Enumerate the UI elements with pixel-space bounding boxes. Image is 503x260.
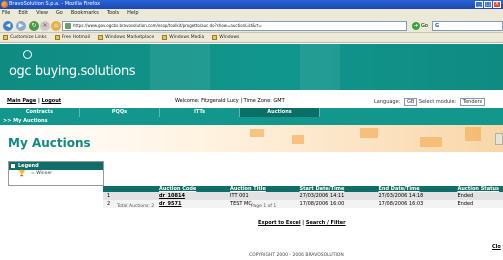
trophy-icon: 🏆 [18, 170, 26, 177]
auction-status: Ended [427, 192, 503, 200]
scroll-indicator [495, 133, 503, 145]
bookmark-customize-links[interactable]: Customize Links [3, 33, 47, 42]
legend-square-icon [11, 164, 15, 168]
menu-go[interactable]: Go [56, 9, 63, 18]
page-info: Page 1 of 1 [251, 204, 277, 209]
auction-code[interactable]: dr_10814 [129, 192, 201, 200]
decor-block [465, 127, 481, 141]
language-label: Language: [374, 99, 401, 105]
legend-title: Legend [18, 163, 39, 169]
tab-pqqs[interactable]: PQQs [80, 108, 160, 117]
logout-link[interactable]: Logout [42, 98, 62, 104]
decor-block [420, 137, 442, 147]
page-content: ogc buying.solutions Main Page | Logout … [0, 44, 503, 260]
row-index: 1 [103, 192, 129, 200]
action-separator: | [302, 220, 305, 226]
auction-status: Ended [427, 200, 503, 208]
bookmark-icon [3, 35, 8, 40]
bookmarks-toolbar: Customize Links Free Hotmail Windows Mar… [0, 33, 503, 43]
menu-view[interactable]: View [36, 9, 48, 18]
legend-box: Legend 🏆 = Winner [8, 161, 104, 186]
bookmark-windows[interactable]: Windows [212, 33, 239, 42]
search-filter-link[interactable]: Search / Filter [306, 220, 346, 226]
legend-item: 🏆 = Winner [9, 170, 103, 178]
auction-title: ITT 001 [200, 192, 270, 200]
main-tabs: Contracts PQQs ITTs Auctions [0, 108, 503, 117]
module-label: Select module: [418, 99, 457, 105]
bookmark-windows-marketplace[interactable]: Windows Marketplace [98, 33, 154, 42]
end-date: 27/03/2006 14:18 [348, 192, 428, 200]
legend-item-label: = Winner [31, 171, 53, 176]
user-links: Main Page | Logout [7, 98, 61, 104]
forward-icon[interactable]: ▶ [16, 21, 26, 31]
maximize-button[interactable]: □ [484, 1, 492, 8]
end-date: 17/08/2006 16:03 [348, 200, 428, 208]
menu-file[interactable]: File [2, 9, 10, 18]
tab-contracts[interactable]: Contracts [0, 108, 80, 117]
link-separator: | [38, 98, 40, 104]
start-date: 17/08/2006 16:00 [269, 200, 349, 208]
page-title: My Auctions [8, 136, 91, 150]
close-button[interactable]: × [493, 1, 501, 8]
language-select[interactable]: GB [403, 98, 418, 106]
go-icon[interactable]: ➜ [412, 22, 420, 30]
legend-header: Legend [9, 162, 103, 170]
decor-block [360, 128, 378, 138]
breadcrumb: >> My Auctions [0, 117, 503, 125]
menu-help[interactable]: Help [127, 9, 138, 18]
total-auctions: Total Auctions: 2 [117, 204, 155, 209]
bookmark-icon [98, 35, 104, 40]
user-bar: Main Page | Logout Welcome: Fitzgerald L… [0, 97, 503, 107]
footer-copyright: COPYRIGHT 2000 - 2006 BRAVOSOLUTION [249, 253, 344, 258]
logo-icon [23, 50, 32, 59]
menu-tools[interactable]: Tools [107, 9, 119, 18]
go-label[interactable]: Go [421, 21, 428, 31]
address-url: https://www.gov.ogcbs.bravosolution.com/… [73, 23, 262, 28]
reload-icon[interactable]: ↻ [29, 21, 39, 31]
stop-icon[interactable]: ✕ [40, 21, 50, 31]
tab-auctions[interactable]: Auctions [240, 108, 320, 117]
menu-bar: File Edit View Go Bookmarks Tools Help [0, 9, 503, 18]
menu-bookmarks[interactable]: Bookmarks [71, 9, 99, 18]
bookmark-windows-media[interactable]: Windows Media [162, 33, 204, 42]
search-box[interactable]: G [432, 21, 503, 31]
site-logo: ogc buying.solutions [9, 64, 136, 79]
back-icon[interactable]: ◀ [3, 21, 13, 31]
window-titlebar: BravoSolution S.p.a. - Mozilla Firefox _… [0, 0, 503, 9]
home-icon[interactable]: ⌂ [51, 21, 61, 31]
google-icon: G [435, 23, 440, 29]
minimize-button[interactable]: _ [475, 1, 483, 8]
bookmark-free-hotmail[interactable]: Free Hotmail [54, 33, 90, 42]
banner-decoration [150, 44, 210, 90]
address-bar[interactable]: https://www.gov.ogcbs.bravosolution.com/… [62, 21, 407, 31]
navigation-toolbar: ◀ ▶ ↻ ✕ ⌂ https://www.gov.ogcbs.bravosol… [0, 18, 503, 33]
decor-block [250, 129, 264, 137]
language-area: Language: GB Select module: Tenders [374, 98, 486, 106]
start-date: 27/03/2006 14:11 [269, 192, 349, 200]
main-page-link[interactable]: Main Page [7, 98, 36, 104]
module-select[interactable]: Tenders [459, 98, 486, 106]
table-actions: Export to Excel | Search / Filter [258, 220, 346, 226]
table-row[interactable]: 2 dr_9571 TEST MC 17/08/2006 16:00 17/08… [103, 200, 503, 208]
bookmark-icon [162, 35, 168, 40]
window-controls: _ □ × [475, 1, 501, 8]
site-banner: ogc buying.solutions [0, 44, 503, 90]
firefox-icon [1, 1, 8, 8]
banner-decoration [300, 44, 340, 90]
decor-block [292, 135, 304, 144]
tab-itts[interactable]: ITTs [160, 108, 240, 117]
auctions-table: Auction Code Auction Title Start Date/Ti… [103, 186, 503, 208]
window-title: BravoSolution S.p.a. - Mozilla Firefox [9, 1, 101, 7]
close-link[interactable]: Clo [492, 244, 501, 250]
bookmark-icon [212, 35, 218, 40]
export-excel-link[interactable]: Export to Excel [258, 220, 301, 226]
menu-edit[interactable]: Edit [18, 9, 28, 18]
table-row[interactable]: 1 dr_10814 ITT 001 27/03/2006 14:11 27/0… [103, 192, 503, 200]
welcome-text: Welcome: Fitzgerald Lucy | Time Zone: GM… [175, 98, 285, 104]
bookmark-icon [54, 35, 60, 40]
page-icon [65, 23, 71, 29]
